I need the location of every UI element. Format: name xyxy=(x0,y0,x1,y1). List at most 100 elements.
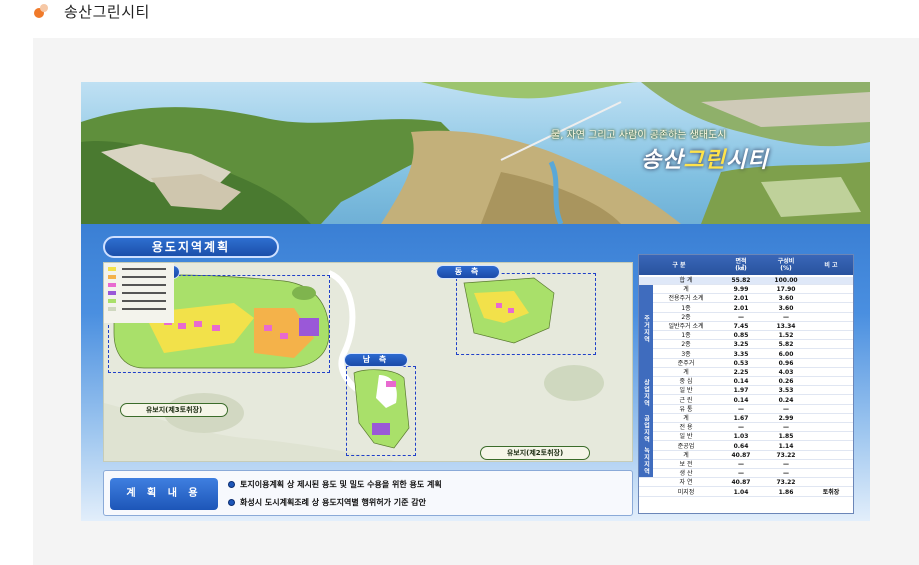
cell-area: — xyxy=(738,405,744,413)
aerial-photo-banner: 물, 자연 그리고 사람이 공존하는 생태도시 송산그린시티 xyxy=(81,82,870,224)
south-zone-boundary xyxy=(346,366,416,456)
cell-area: 0.85 xyxy=(733,332,749,340)
table-row: 생 산 — — xyxy=(639,470,853,479)
cell-note xyxy=(809,295,853,302)
zone-tag-east: 동 측 xyxy=(436,265,500,279)
table-row: 2종 3.25 5.82 xyxy=(639,341,853,350)
cell-area: 9.99 xyxy=(733,286,749,294)
table-row: 3종 3.35 6.00 xyxy=(639,351,853,359)
cell-note xyxy=(809,351,853,358)
cell-area: — xyxy=(738,313,744,321)
cell-note: 토취장 xyxy=(822,488,840,496)
header-category: 구 분 xyxy=(672,261,686,269)
cell-ratio: 6.00 xyxy=(778,350,794,358)
plan-content-text-2: 화성시 도시계획조례 상 용도지역별 행위허가 기준 감안 xyxy=(240,498,426,507)
cell-area: 55.82 xyxy=(731,277,751,284)
cell-ratio: — xyxy=(783,424,789,432)
table-row: 유 통 — — xyxy=(639,406,853,414)
cell-area: 0.53 xyxy=(733,359,749,367)
land-use-plan-image: 물, 자연 그리고 사람이 공존하는 생태도시 송산그린시티 용도지역계획 동 … xyxy=(81,82,870,521)
cell-ratio: 1.14 xyxy=(778,442,794,450)
table-row: 미지정 1.04 1.86 토취장 xyxy=(639,489,853,497)
reserve-label-3: 유보지(제3토취장) xyxy=(120,403,228,417)
plan-content-box: 계 획 내 용 토지이용계획 상 제시된 용도 및 밀도 수용을 위한 용도 계… xyxy=(103,470,633,516)
group-residential: 주거지역 xyxy=(639,285,653,373)
cell-ratio: — xyxy=(783,313,789,321)
brand-highlight: 그린 xyxy=(683,147,726,173)
cell-area: 1.67 xyxy=(733,415,749,422)
header-ratio: 구성비 (%) xyxy=(777,258,795,272)
cell-area: 3.25 xyxy=(733,341,749,349)
brand-tail: 시티 xyxy=(725,147,769,173)
cell-area: — xyxy=(738,424,744,432)
cell-ratio: 1.52 xyxy=(778,332,794,340)
table-row: 전 용 — — xyxy=(639,424,853,433)
plan-content-text-1: 토지이용계획 상 제시된 용도 및 밀도 수용을 위한 용도 계획 xyxy=(240,480,442,489)
cell-note xyxy=(809,378,853,385)
page-heading: 송산그린시티 xyxy=(34,0,150,22)
table-row: 일반주거 소계 7.45 13.34 xyxy=(639,323,853,331)
cell-note xyxy=(809,415,853,422)
cell-note xyxy=(809,452,853,459)
brand-main: 송산 xyxy=(641,147,684,173)
cell-category: 자 연 xyxy=(679,479,693,487)
cell-area: 0.14 xyxy=(733,378,749,386)
reserve-label-2: 유보지(제2토취장) xyxy=(480,446,590,460)
cell-area: 40.87 xyxy=(731,451,751,459)
cell-note xyxy=(809,332,853,339)
group-commercial: 상업지역 xyxy=(639,373,653,413)
cell-ratio: 4.03 xyxy=(778,369,794,376)
cell-area: 2.01 xyxy=(733,304,749,312)
header-note: 비 고 xyxy=(824,261,838,269)
cell-area: — xyxy=(738,461,744,468)
table-row: 중 심 0.14 0.26 xyxy=(639,378,853,387)
cell-note xyxy=(809,323,853,330)
cell-ratio: 3.60 xyxy=(778,295,794,303)
banner-brand-logo: 송산그린시티 xyxy=(641,142,768,174)
table-row: 일 반 1.03 1.85 xyxy=(639,433,853,442)
cell-ratio: 1.86 xyxy=(778,488,794,496)
table-row: 1종 2.01 3.60 xyxy=(639,305,853,313)
zoning-area-table: 구 분 면적 (㎢) 구성비 (%) 비 고 합 계 55.82 100.00 계 9.… xyxy=(638,254,854,514)
cell-note xyxy=(809,443,853,450)
plan-content-line-2: 화성시 도시계획조례 상 용도지역별 행위허가 기준 감안 xyxy=(228,497,426,508)
cell-area: — xyxy=(738,470,744,478)
header-area: 면적 (㎢) xyxy=(735,258,747,272)
cell-area: 40.87 xyxy=(731,479,751,487)
cell-ratio: 17.90 xyxy=(776,286,796,294)
cell-ratio: 0.24 xyxy=(778,396,794,404)
banner-slogan: 물, 자연 그리고 사람이 공존하는 생태도시 xyxy=(551,130,727,141)
zone-tag-south: 남 측 xyxy=(344,353,408,367)
table-row: 준주거 0.53 0.96 xyxy=(639,360,853,368)
cell-note xyxy=(809,277,853,284)
cell-note xyxy=(809,424,853,431)
page-root: 송산그린시티 물, 자연 그리고 사람이 공존하는 생태도시 송산그린시티 용도… xyxy=(0,0,919,565)
table-row: 계 2.25 4.03 xyxy=(639,369,853,377)
cell-ratio: — xyxy=(783,405,789,413)
cell-ratio: — xyxy=(783,461,789,468)
east-zone-boundary xyxy=(456,273,596,355)
cell-area: 1.03 xyxy=(733,433,749,441)
cell-note xyxy=(809,479,853,486)
map-legend-grid xyxy=(104,263,174,323)
cell-area: 2.01 xyxy=(733,295,749,303)
bullet-dot-icon xyxy=(228,499,235,506)
table-row: 자 연 40.87 73.22 xyxy=(639,479,853,488)
cell-note xyxy=(809,360,853,367)
zoning-map: 서 측 동 측 남 측 유보지(제3토취장) 유보지(제2토취장) xyxy=(103,262,633,462)
cell-note xyxy=(809,470,853,477)
cell-area: 2.25 xyxy=(733,369,749,376)
cell-area: 3.35 xyxy=(733,350,749,358)
cell-ratio: 1.85 xyxy=(778,433,794,441)
cell-area: 0.64 xyxy=(733,442,749,450)
cell-note xyxy=(809,433,853,440)
bullet-icon xyxy=(34,4,48,18)
table-row: 계 9.99 17.90 xyxy=(639,286,853,295)
table-row: 2종 — — xyxy=(639,314,853,322)
cell-ratio: — xyxy=(783,470,789,478)
table-row: 계 1.67 2.99 xyxy=(639,415,853,423)
cell-ratio: 0.96 xyxy=(778,359,794,367)
cell-area: 1.04 xyxy=(733,488,749,496)
cell-ratio: 13.34 xyxy=(776,323,796,330)
plan-content-label: 계 획 내 용 xyxy=(110,478,218,510)
